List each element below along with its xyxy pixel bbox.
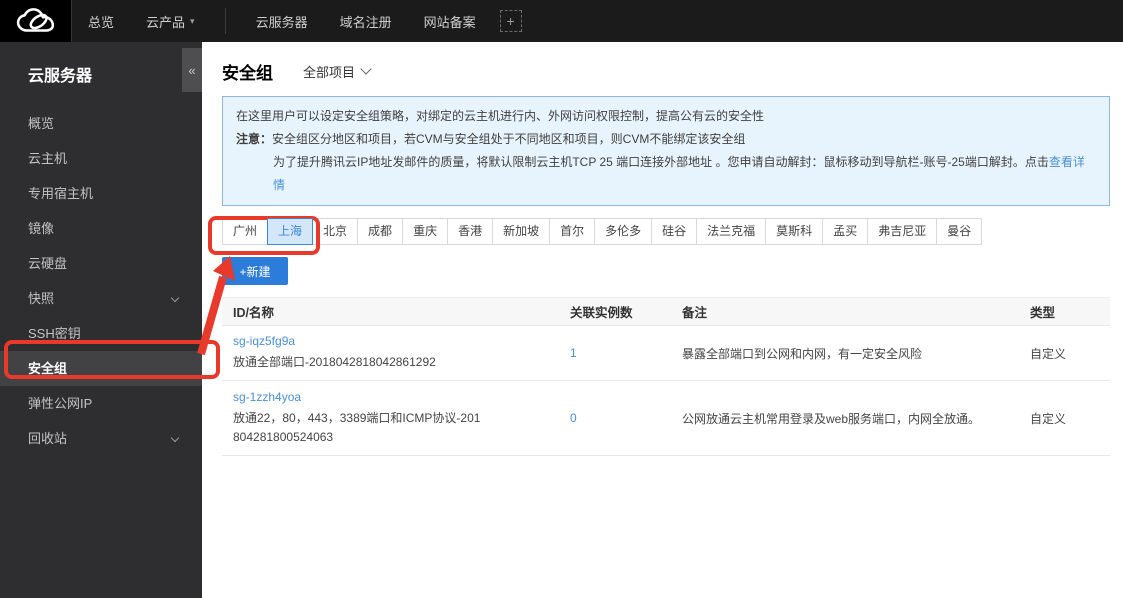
table-header-row: ID/名称 关联实例数 备注 类型 [222,297,1110,326]
security-group-name: 放通22，80，443，3389端口和ICMP协议-20180428180052… [233,410,481,444]
table-row: sg-iqz5fg9a 放通全部端口-2018042818042861292 1… [222,326,1110,381]
add-shortcut-icon[interactable]: + [499,10,522,32]
page-header: 安全组 全部项目 [222,56,1110,86]
region-tab-shanghai[interactable]: 上海 [267,218,314,245]
cell-type: 自定义 [1030,346,1067,361]
sidebar-menu: 概览 云主机 专用宿主机 镜像 云硬盘 快照 SSH密钥 安全组 弹性公网IP … [0,106,202,456]
sidebar-item-ssh-keys[interactable]: SSH密钥 [0,316,202,351]
chevron-down-icon [170,433,180,443]
sidebar-item-cvm-instances[interactable]: 云主机 [0,141,202,176]
sidebar-item-label: 快照 [28,291,55,306]
instance-count-link[interactable]: 1 [570,346,577,360]
column-header-instances: 关联实例数 [570,306,633,320]
cell-remark: 公网放通云主机常用登录及web服务端口，内网全放通。 [682,411,981,426]
notice-banner: 在这里用户可以设定安全组策略，对绑定的云主机进行内、外网访问权限控制，提高公有云… [222,96,1110,206]
column-header-remark: 备注 [682,306,708,320]
topnav-overview-label: 总览 [88,14,115,30]
column-header-type: 类型 [1030,306,1056,320]
tencent-cloud-logo[interactable] [0,0,72,42]
cell-id-name: sg-iqz5fg9a 放通全部端口-2018042818042861292 [222,334,559,372]
sidebar-item-label: 专用宿主机 [28,186,94,201]
sidebar-item-elastic-public-ip[interactable]: 弹性公网IP [0,386,202,421]
topnav-icp-label: 网站备案 [423,14,476,30]
security-group-id-link[interactable]: sg-1zzh4yoa [233,390,301,404]
region-tabs: 广州 上海 北京 成都 重庆 香港 新加坡 首尔 多伦多 硅谷 法兰克福 莫斯科… [222,218,1110,245]
cell-id-name: sg-1zzh4yoa 放通22，80，443，3389端口和ICMP协议-20… [222,390,559,447]
sidebar-item-recycle-bin[interactable]: 回收站 [0,421,202,456]
sidebar-item-label: 弹性公网IP [28,396,93,411]
region-tab-bangkok[interactable]: 曼谷 [936,218,983,245]
region-tab-mumbai[interactable]: 孟买 [822,218,869,245]
topnav-divider [224,8,226,34]
chevron-down-icon [360,63,372,75]
table-row: sg-1zzh4yoa 放通22，80，443，3389端口和ICMP协议-20… [222,381,1110,456]
security-group-table: ID/名称 关联实例数 备注 类型 sg-iqz5fg9a 放通全部端口-201… [222,297,1110,456]
cell-instances: 0 [559,411,671,425]
instance-count-link[interactable]: 0 [570,411,577,425]
notice-line-2-text: 安全组区分地区和项目，若CVM与安全组处于不同地区和项目，则CVM不能绑定该安全… [272,132,746,146]
cloud-logo-icon [16,8,54,32]
topnav-domain-label: 域名注册 [339,14,392,30]
topbar: 总览 云产品 ▾ 云服务器 域名注册 网站备案 + [0,0,1123,42]
region-tab-chongqing[interactable]: 重庆 [402,218,449,245]
region-tab-seoul[interactable]: 首尔 [549,218,596,245]
chevron-down-icon [170,293,180,303]
security-group-name: 放通全部端口-2018042818042861292 [233,355,436,369]
sidebar-item-label: 镜像 [28,221,55,236]
region-tab-frankfurt[interactable]: 法兰克福 [696,218,767,245]
topnav-website-icp[interactable]: 网站备案 [408,0,492,42]
region-tab-guangzhou[interactable]: 广州 [222,218,269,245]
topnav-cvm[interactable]: 云服务器 [240,0,324,42]
sidebar-item-label: 概览 [28,116,55,131]
sidebar-item-label: 安全组 [28,361,68,376]
collapse-icon: « [188,62,196,78]
sidebar-item-snapshots[interactable]: 快照 [0,281,202,316]
region-tab-toronto[interactable]: 多伦多 [594,218,653,245]
sidebar-item-label: 云硬盘 [28,256,68,271]
sidebar-title: 云服务器 [28,68,93,85]
sidebar-item-label: SSH密钥 [28,326,81,341]
topnav-overview[interactable]: 总览 [72,0,130,42]
region-tab-chengdu[interactable]: 成都 [357,218,404,245]
region-tab-singapore[interactable]: 新加坡 [492,218,551,245]
region-tab-virginia[interactable]: 弗吉尼亚 [867,218,938,245]
project-filter-label: 全部项目 [303,64,356,80]
region-tab-moscow[interactable]: 莫斯科 [765,218,824,245]
notice-label: 注意： [236,132,273,146]
new-security-group-button[interactable]: +新建 [222,257,288,285]
notice-line-2: 注意：安全组区分地区和项目，若CVM与安全组处于不同地区和项目，则CVM不能绑定… [236,128,1096,151]
notice-line-1: 在这里用户可以设定安全组策略，对绑定的云主机进行内、外网访问权限控制，提高公有云… [236,109,765,123]
plus-glyph: + [506,13,515,29]
sidebar-item-security-groups[interactable]: 安全组 [0,351,202,386]
cell-remark: 暴露全部端口到公网和内网，有一定安全风险 [682,346,923,361]
table-body: sg-iqz5fg9a 放通全部端口-2018042818042861292 1… [222,326,1110,456]
cell-instances: 1 [559,346,671,360]
topnav-domain-registration[interactable]: 域名注册 [324,0,408,42]
region-tab-hongkong[interactable]: 香港 [447,218,494,245]
sidebar-item-dedicated-host[interactable]: 专用宿主机 [0,176,202,211]
cell-type: 自定义 [1030,411,1067,426]
sidebar: 云服务器 « 概览 云主机 专用宿主机 镜像 云硬盘 快照 SSH密钥 安全组 … [0,42,202,598]
sidebar-item-images[interactable]: 镜像 [0,211,202,246]
region-tab-silicon-valley[interactable]: 硅谷 [651,218,698,245]
security-group-id-link[interactable]: sg-iqz5fg9a [233,334,295,348]
topnav-cloud-products[interactable]: 云产品 ▾ [130,0,211,42]
sidebar-item-overview[interactable]: 概览 [0,106,202,141]
page-title: 安全组 [222,63,273,83]
caret-down-icon: ▾ [190,15,195,26]
column-header-id-name: ID/名称 [233,306,274,320]
project-filter-dropdown[interactable]: 全部项目 [303,62,372,81]
topnav-cloud-products-label: 云产品 [146,14,186,30]
region-tab-beijing[interactable]: 北京 [312,218,359,245]
notice-line-3-text: 为了提升腾讯云IP地址发邮件的质量，将默认限制云主机TCP 25 端口连接外部地… [273,155,1049,169]
main-content: 安全组 全部项目 在这里用户可以设定安全组策略，对绑定的云主机进行内、外网访问权… [202,42,1123,598]
sidebar-item-cloud-disks[interactable]: 云硬盘 [0,246,202,281]
topnav-cvm-label: 云服务器 [255,14,308,30]
notice-line-3: 为了提升腾讯云IP地址发邮件的质量，将默认限制云主机TCP 25 端口连接外部地… [236,151,1096,197]
sidebar-collapse-button[interactable]: « [182,48,202,92]
sidebar-item-label: 回收站 [28,431,68,446]
sidebar-item-label: 云主机 [28,151,68,166]
